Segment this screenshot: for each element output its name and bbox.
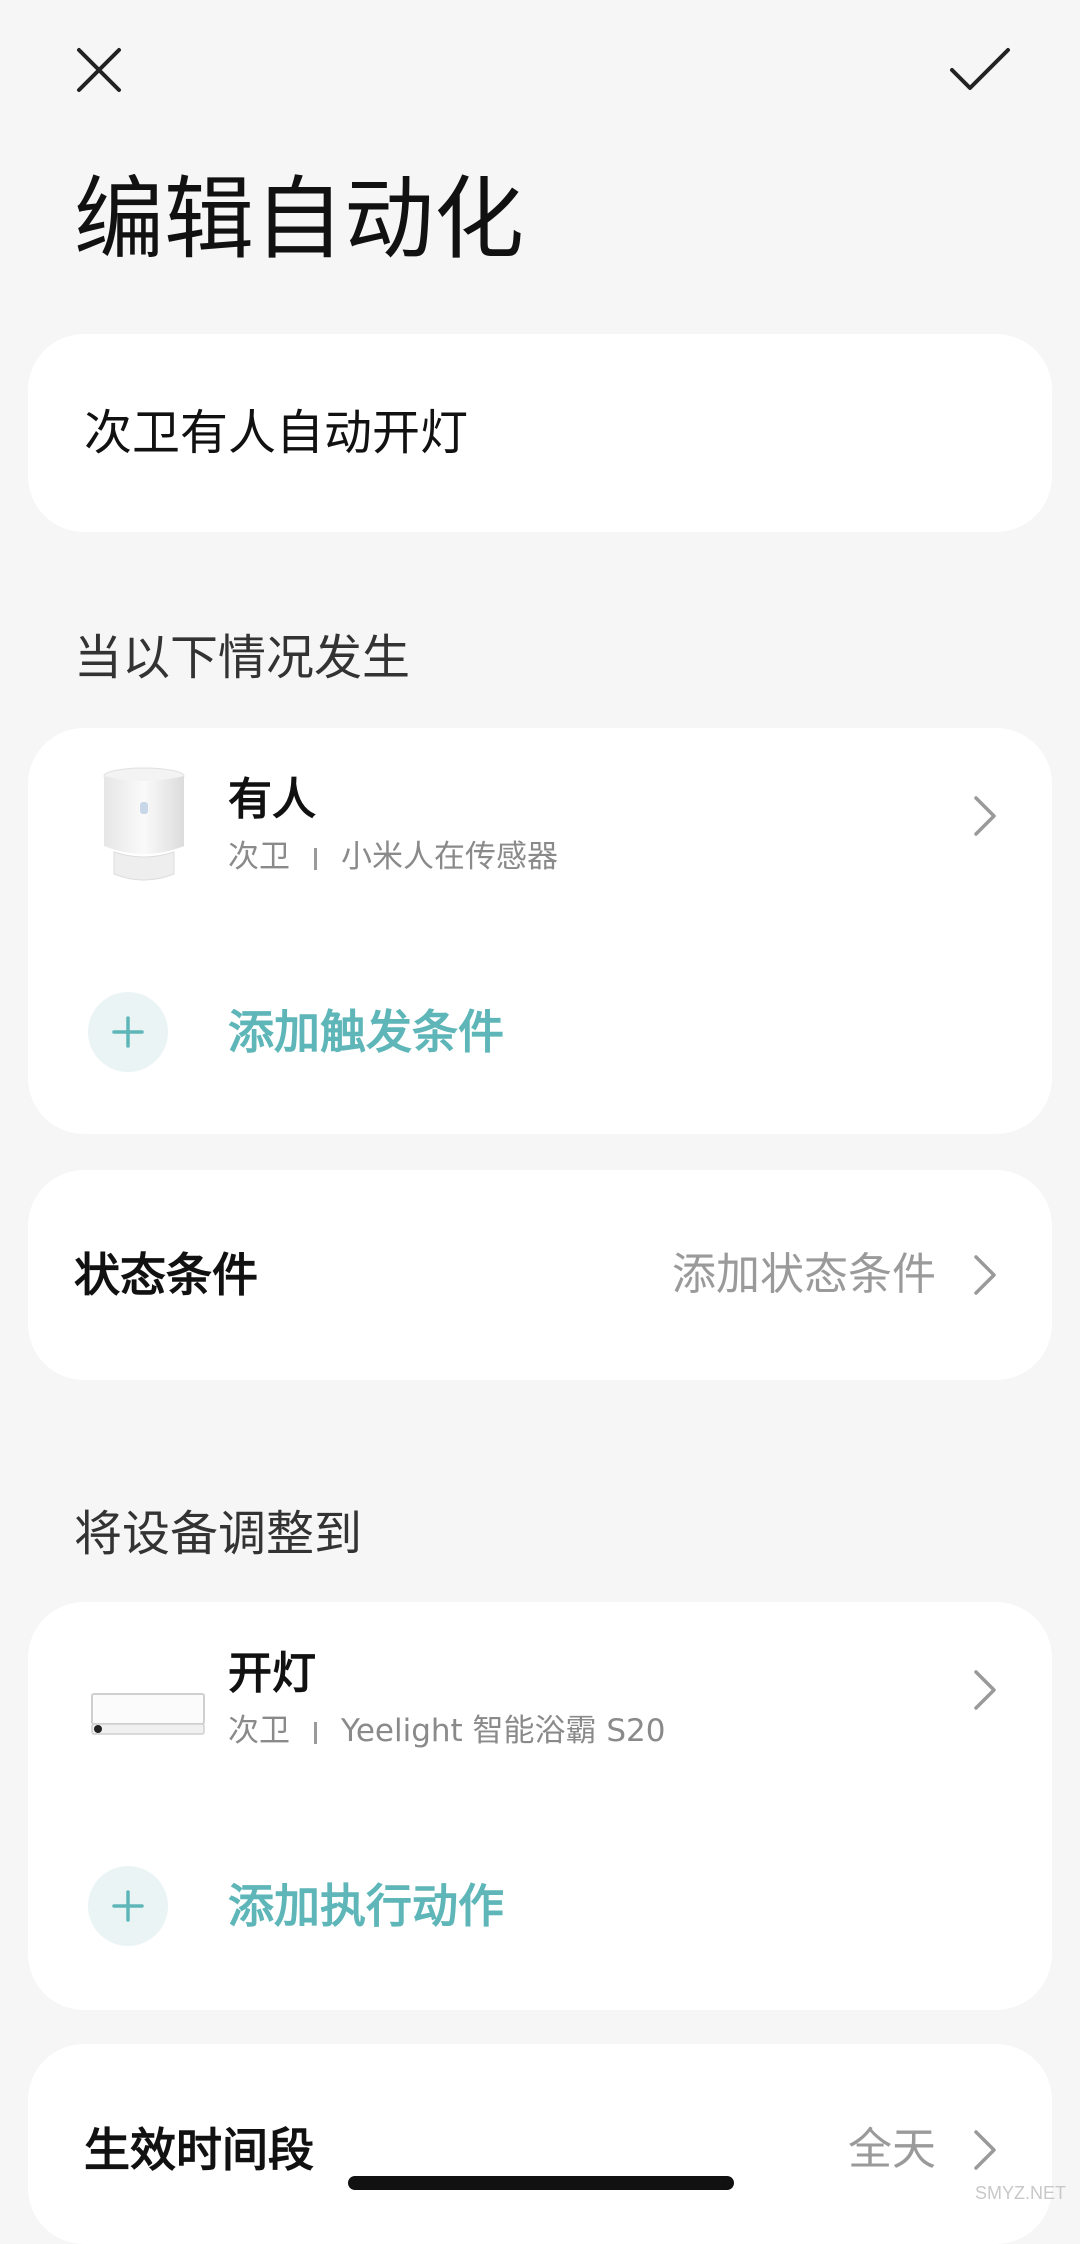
close-button[interactable] xyxy=(59,30,139,110)
plus-icon xyxy=(88,992,168,1072)
add-action-label: 添加执行动作 xyxy=(228,1879,504,1933)
period-value: 全天 xyxy=(848,2124,936,2175)
close-icon xyxy=(77,48,121,92)
automation-name-card[interactable]: 次卫有人自动开灯 xyxy=(28,334,1052,532)
chevron-right-icon xyxy=(974,1255,996,1295)
trigger-title: 有人 xyxy=(228,774,316,825)
add-action-button[interactable]: 添加执行动作 xyxy=(28,1846,1052,1966)
chevron-right-icon xyxy=(974,2130,996,2170)
trigger-card: 有人 次卫 小米人在传感器 添加触发条件 xyxy=(28,728,1052,1134)
condition-value: 添加状态条件 xyxy=(672,1249,936,1300)
action-subtitle: 次卫 Yeelight 智能浴霸 S20 xyxy=(228,1710,666,1752)
chevron-right-icon xyxy=(974,796,996,836)
chevron-right-icon xyxy=(974,1670,996,1710)
page-title: 编辑自动化 xyxy=(74,167,524,272)
trigger-subtitle: 次卫 小米人在传感器 xyxy=(228,836,558,878)
automation-name: 次卫有人自动开灯 xyxy=(84,405,469,461)
separator xyxy=(314,1721,317,1744)
motion-sensor-image xyxy=(103,767,185,881)
period-title: 生效时间段 xyxy=(84,2123,314,2177)
action-title: 开灯 xyxy=(228,1648,316,1699)
action-section-label: 将设备调整到 xyxy=(74,1506,363,1562)
action-device: Yeelight 智能浴霸 S20 xyxy=(341,1713,666,1749)
add-trigger-button[interactable]: 添加触发条件 xyxy=(28,972,1052,1092)
action-card: 开灯 次卫 Yeelight 智能浴霸 S20 添加执行动作 xyxy=(28,1602,1052,2010)
plus-icon xyxy=(88,1866,168,1946)
separator xyxy=(314,847,317,870)
trigger-room: 次卫 xyxy=(228,839,290,875)
confirm-button[interactable] xyxy=(940,30,1020,110)
watermark: SMYZ.NET xyxy=(974,2183,1066,2203)
add-trigger-label: 添加触发条件 xyxy=(228,1005,504,1059)
condition-card[interactable]: 状态条件 添加状态条件 xyxy=(28,1170,1052,1380)
home-indicator[interactable] xyxy=(348,2176,734,2190)
check-icon xyxy=(950,48,1010,90)
bath-heater-image xyxy=(91,1693,205,1735)
period-card[interactable]: 生效时间段 全天 xyxy=(28,2044,1052,2244)
trigger-item[interactable]: 有人 次卫 小米人在传感器 xyxy=(28,736,1052,896)
action-item[interactable]: 开灯 次卫 Yeelight 智能浴霸 S20 xyxy=(28,1610,1052,1770)
trigger-device: 小米人在传感器 xyxy=(341,839,558,875)
trigger-section-label: 当以下情况发生 xyxy=(74,630,411,686)
action-room: 次卫 xyxy=(228,1713,290,1749)
condition-title: 状态条件 xyxy=(74,1248,258,1302)
